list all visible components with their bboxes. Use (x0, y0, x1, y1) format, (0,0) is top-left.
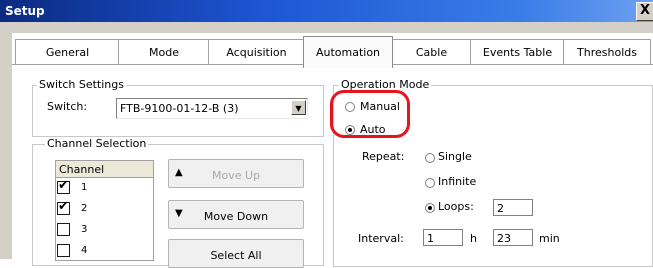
list-item[interactable]: ✔ 1 (56, 178, 153, 198)
checkmark-icon: ✔ (58, 199, 69, 214)
hours-unit-label: h (470, 232, 477, 245)
channel-list[interactable]: Channel ✔ 1 ✔ 2 3 4 (55, 160, 154, 261)
tab-label: Events Table (482, 46, 553, 59)
loops-radio[interactable] (425, 203, 435, 213)
list-item[interactable]: ✔ 2 (56, 199, 153, 219)
switch-select[interactable]: FTB-9100-01-12-B (3) ▼ (116, 98, 308, 119)
tab-cable[interactable]: Cable (391, 39, 472, 65)
interval-minutes-input[interactable]: 23 (493, 229, 533, 246)
tab-label: Automation (315, 46, 381, 59)
single-label: Single (438, 150, 472, 163)
window-title: Setup (5, 4, 45, 18)
switch-settings-legend: Switch Settings (37, 78, 126, 91)
hours-value: 1 (427, 232, 434, 245)
minutes-unit-label: min (539, 232, 560, 245)
channel-3-checkbox[interactable] (57, 223, 70, 236)
channel-selection-legend: Channel Selection (45, 137, 149, 150)
radio-selected-dot (428, 206, 432, 210)
tab-label: Thresholds (577, 46, 637, 59)
single-radio[interactable] (425, 153, 435, 163)
highlight-annotation (330, 90, 410, 138)
infinite-label: Infinite (438, 175, 477, 188)
channel-number: 3 (81, 224, 88, 235)
close-button[interactable]: X (636, 2, 653, 21)
channel-number: 4 (81, 245, 88, 256)
tab-label: Cable (415, 46, 448, 59)
channel-number: 1 (81, 182, 88, 193)
channel-number: 2 (81, 203, 88, 214)
list-item[interactable]: 4 (56, 241, 153, 261)
channel-2-checkbox[interactable]: ✔ (57, 199, 70, 215)
move-up-label: Move Up (211, 169, 261, 182)
move-up-button[interactable]: ▲ Move Up (168, 159, 304, 188)
tab-thresholds[interactable]: Thresholds (563, 39, 651, 65)
tab-events-table[interactable]: Events Table (470, 39, 565, 65)
switch-select-value: FTB-9100-01-12-B (3) (120, 102, 239, 115)
tab-label: Acquisition (226, 46, 287, 59)
infinite-radio[interactable] (425, 178, 435, 188)
channel-list-header: Channel (56, 161, 153, 178)
channel-4-checkbox[interactable] (57, 244, 70, 257)
interval-label: Interval: (358, 232, 404, 245)
move-down-label: Move Down (203, 210, 269, 223)
move-down-button[interactable]: ▼ Move Down (168, 200, 304, 229)
loops-label: Loops: (438, 200, 474, 213)
loops-input[interactable]: 2 (493, 199, 533, 216)
channel-column-header: Channel (59, 163, 105, 176)
loops-value: 2 (497, 202, 504, 215)
select-all-button[interactable]: Select All (168, 239, 304, 268)
tab-acquisition[interactable]: Acquisition (208, 39, 305, 65)
chevron-down-icon[interactable]: ▼ (291, 100, 306, 115)
tab-label: Mode (149, 46, 179, 59)
list-item[interactable]: 3 (56, 220, 153, 240)
tab-general[interactable]: General (15, 39, 120, 65)
checkmark-icon: ✔ (58, 178, 69, 193)
select-all-label: Select All (210, 249, 262, 262)
title-bar: Setup X (0, 0, 653, 22)
tab-label: General (45, 46, 90, 59)
switch-label: Switch: (47, 100, 88, 113)
minutes-value: 23 (497, 232, 511, 245)
tab-automation[interactable]: Automation (303, 36, 393, 68)
channel-1-checkbox[interactable]: ✔ (57, 178, 70, 194)
tab-mode[interactable]: Mode (118, 39, 210, 65)
repeat-label: Repeat: (362, 150, 405, 163)
interval-hours-input[interactable]: 1 (423, 229, 463, 246)
